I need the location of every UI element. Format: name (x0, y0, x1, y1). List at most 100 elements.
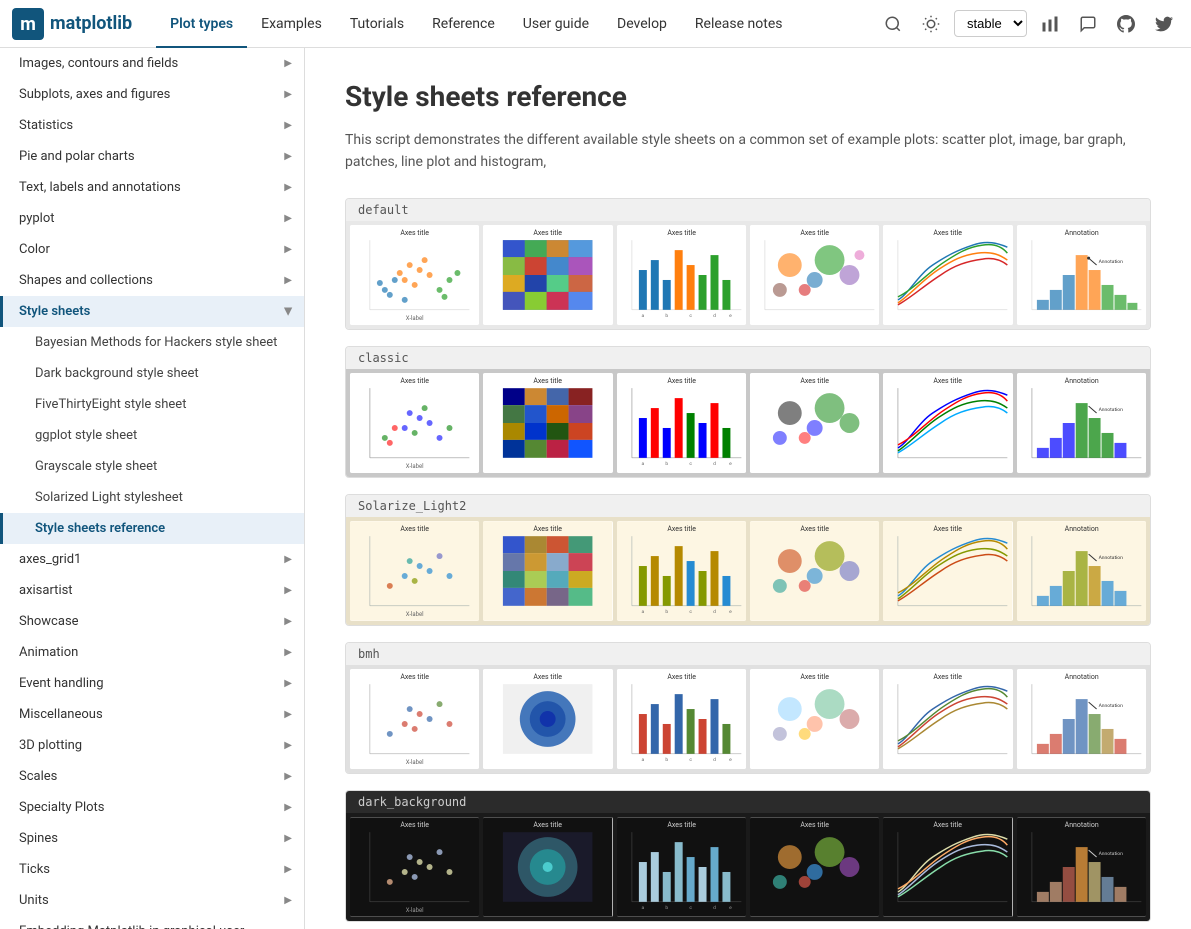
svg-text:c: c (689, 757, 692, 763)
sidebar-item-pyplot[interactable]: pyplot ▶ (0, 203, 304, 234)
chat-icon-button[interactable] (1073, 9, 1103, 39)
sidebar-sub-538[interactable]: FiveThirtyEight style sheet (0, 389, 304, 420)
sidebar-label: FiveThirtyEight style sheet (35, 397, 186, 412)
sidebar-sub-dark-bg[interactable]: Dark background style sheet (0, 358, 304, 389)
svg-text:Annotation: Annotation (1098, 703, 1123, 709)
plot-cell-hist-bmh: Annotation Annotation (1017, 669, 1146, 769)
sidebar-item-3d[interactable]: 3D plotting ▶ (0, 730, 304, 761)
plot-cell-hist-dark: Annotation Annotation (1017, 817, 1146, 917)
plot-cell-bubble-dark: Axes title (750, 817, 879, 917)
nav-tutorials[interactable]: Tutorials (336, 0, 418, 48)
sidebar-item-animation[interactable]: Animation ▶ (0, 637, 304, 668)
sidebar-item-subplots[interactable]: Subplots, axes and figures ▶ (0, 79, 304, 110)
sidebar-label: Specialty Plots (19, 800, 104, 815)
svg-text:Axes title: Axes title (934, 821, 963, 829)
sidebar-label: Dark background style sheet (35, 366, 199, 381)
sidebar-item-axisartist[interactable]: axisartist ▶ (0, 575, 304, 606)
sidebar-item-stylesheets[interactable]: Style sheets ▶ (0, 296, 304, 327)
plot-cell-bar-classic: Axes title a b c d (617, 373, 746, 473)
sidebar-item-text[interactable]: Text, labels and annotations ▶ (0, 172, 304, 203)
sidebar-item-color[interactable]: Color ▶ (0, 234, 304, 265)
chevron-icon: ▶ (284, 89, 292, 100)
svg-text:Annotation: Annotation (1098, 555, 1123, 561)
sidebar-label: Embedding Matplotlib in graphical user i… (19, 924, 284, 929)
chevron-icon: ▶ (284, 616, 292, 627)
svg-text:e: e (729, 461, 732, 467)
scatter-svg-default: Axes title (350, 225, 479, 325)
chevron-icon: ▶ (284, 275, 292, 286)
logo-icon: m (12, 8, 44, 40)
plot-cell-image-dark: Axes title (483, 817, 612, 917)
sidebar-label: axes_grid1 (19, 552, 81, 567)
sidebar-label: Style sheets (19, 304, 90, 319)
svg-text:Axes title: Axes title (934, 673, 963, 681)
sidebar-item-images[interactable]: Images, contours and fields ▶ (0, 48, 304, 79)
sidebar-label: pyplot (19, 211, 55, 226)
sidebar-sub-reference[interactable]: Style sheets reference (0, 513, 304, 544)
search-button[interactable] (878, 9, 908, 39)
plot-cell-scatter-classic: Axes title X-label (350, 373, 479, 473)
sidebar-label: Event handling (19, 676, 104, 691)
theme-toggle-button[interactable] (916, 9, 946, 39)
logo[interactable]: m matplotlib (12, 8, 132, 40)
style-label-classic: classic (346, 347, 1150, 369)
svg-text:X-label: X-label (406, 759, 424, 766)
svg-text:Axes title: Axes title (934, 377, 963, 385)
sidebar-label: Images, contours and fields (19, 56, 178, 71)
plot-cell-scatter-solarize: Axes title X-label (350, 521, 479, 621)
sidebar-item-specialty[interactable]: Specialty Plots ▶ (0, 792, 304, 823)
svg-text:c: c (689, 609, 692, 615)
chevron-icon: ▶ (284, 678, 292, 689)
plot-cell-bar-default: Axes title a b c (617, 225, 746, 325)
sidebar-item-misc[interactable]: Miscellaneous ▶ (0, 699, 304, 730)
svg-text:d: d (713, 461, 716, 467)
sidebar-label: axisartist (19, 583, 73, 598)
sidebar-item-spines[interactable]: Spines ▶ (0, 823, 304, 854)
svg-text:e: e (729, 313, 732, 319)
sidebar-item-axes-grid1[interactable]: axes_grid1 ▶ (0, 544, 304, 575)
sidebar-sub-solarized[interactable]: Solarized Light stylesheet (0, 482, 304, 513)
svg-text:Annotation: Annotation (1098, 259, 1123, 265)
sidebar-item-shapes[interactable]: Shapes and collections ▶ (0, 265, 304, 296)
plot-cell-line-default: Axes title (883, 225, 1012, 325)
plot-row-dark: Axes title X-label (346, 813, 1150, 921)
sidebar-label: ggplot style sheet (35, 428, 137, 443)
sidebar-sub-grayscale[interactable]: Grayscale style sheet (0, 451, 304, 482)
sidebar-item-statistics[interactable]: Statistics ▶ (0, 110, 304, 141)
nav-develop[interactable]: Develop (603, 0, 681, 48)
version-select[interactable]: stable latest 3.8 3.7 (954, 10, 1027, 37)
sidebar-item-scales[interactable]: Scales ▶ (0, 761, 304, 792)
plot-cell-line-classic: Axes title (883, 373, 1012, 473)
svg-text:a: a (641, 313, 644, 319)
sidebar-label: Ticks (19, 862, 50, 877)
nav-release-notes[interactable]: Release notes (681, 0, 797, 48)
sidebar-sub-ggplot[interactable]: ggplot style sheet (0, 420, 304, 451)
chevron-icon: ▶ (284, 58, 292, 69)
sidebar-item-units[interactable]: Units ▶ (0, 885, 304, 916)
svg-text:Axes title: Axes title (934, 229, 963, 237)
sidebar-sub-bayesian[interactable]: Bayesian Methods for Hackers style sheet (0, 327, 304, 358)
nav-reference[interactable]: Reference (418, 0, 509, 48)
github-icon-button[interactable] (1111, 9, 1141, 39)
svg-text:Axes title: Axes title (667, 377, 696, 385)
sidebar-label: Spines (19, 831, 58, 846)
svg-text:b: b (665, 461, 668, 467)
nav-plot-types[interactable]: Plot types (156, 0, 247, 48)
sidebar-label: Text, labels and annotations (19, 180, 181, 195)
svg-text:Axes title: Axes title (400, 377, 429, 385)
sidebar-label: Bayesian Methods for Hackers style sheet (35, 335, 277, 350)
svg-text:b: b (665, 905, 668, 911)
nav-user-guide[interactable]: User guide (509, 0, 603, 48)
chat-icon (1079, 15, 1097, 33)
bar-chart-icon-button[interactable] (1035, 9, 1065, 39)
sidebar-item-pie[interactable]: Pie and polar charts ▶ (0, 141, 304, 172)
plot-cell-scatter-default: Axes title (350, 225, 479, 325)
sidebar-item-embedding[interactable]: Embedding Matplotlib in graphical user i… (0, 916, 304, 929)
nav-examples[interactable]: Examples (247, 0, 336, 48)
sidebar-item-event[interactable]: Event handling ▶ (0, 668, 304, 699)
svg-text:Annotation: Annotation (1064, 525, 1098, 533)
sidebar-item-ticks[interactable]: Ticks ▶ (0, 854, 304, 885)
sidebar-item-showcase[interactable]: Showcase ▶ (0, 606, 304, 637)
plot-row-default: Axes title (346, 221, 1150, 329)
twitter-icon-button[interactable] (1149, 9, 1179, 39)
